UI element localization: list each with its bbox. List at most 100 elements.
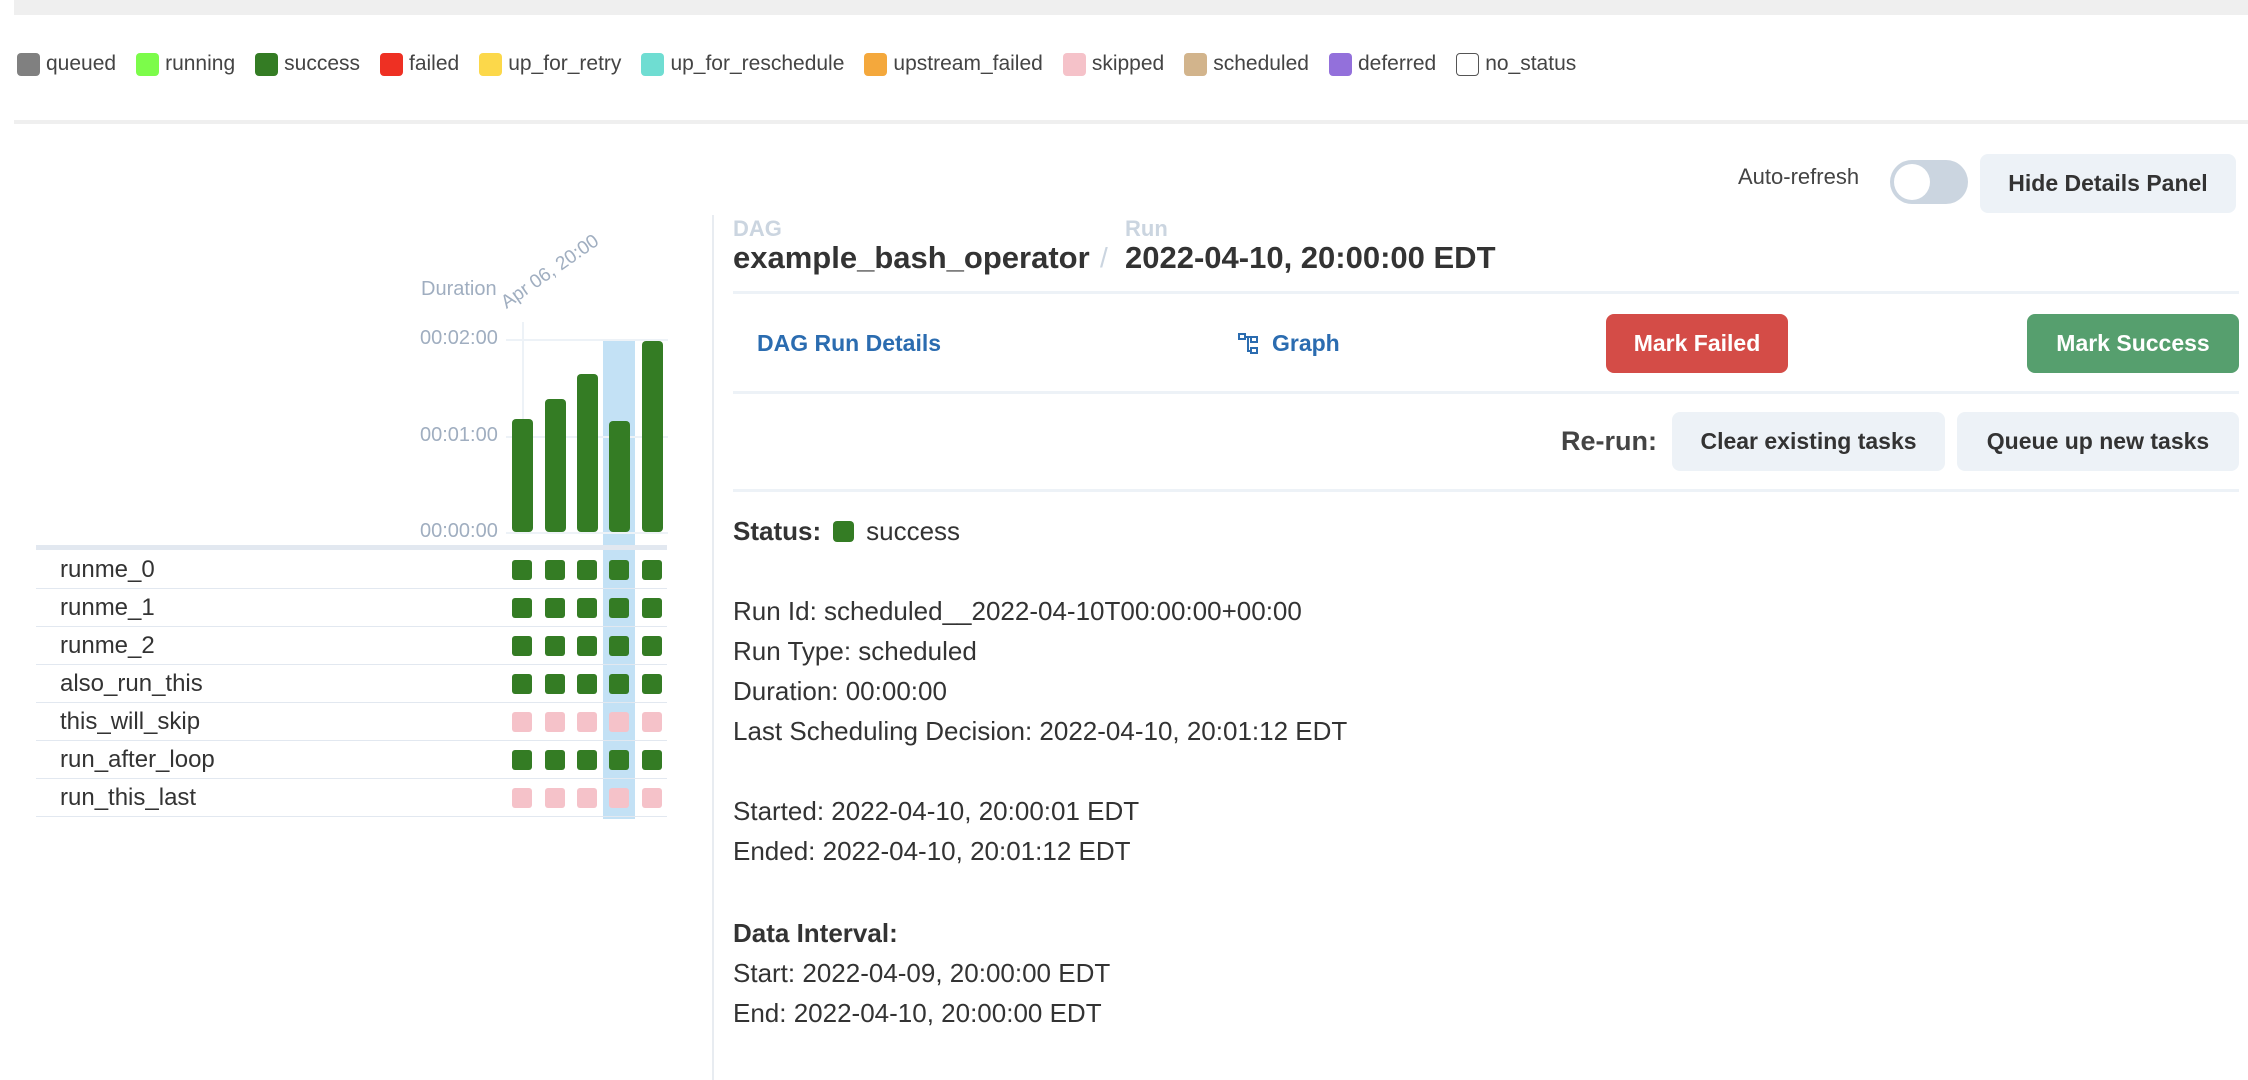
run-label: Run (1125, 216, 1168, 241)
legend-swatch-icon (1328, 52, 1352, 76)
task-instance-success[interactable] (545, 674, 565, 694)
task-name[interactable]: also_run_this (60, 670, 203, 698)
run-status: Status: success (733, 511, 960, 551)
state-legend: queued running success failed up_for_retry up… (17, 52, 1576, 76)
task-instance-success[interactable] (545, 598, 565, 618)
task-name[interactable]: this_will_skip (60, 708, 200, 736)
legend-item-skipped: skipped (1062, 52, 1165, 76)
task-instance-success[interactable] (609, 674, 629, 694)
task-name[interactable]: run_after_loop (60, 746, 215, 774)
graph-link-label: Graph (1272, 330, 1340, 356)
task-instance-success[interactable] (512, 598, 532, 618)
queue-new-tasks-button[interactable]: Queue up new tasks (1957, 412, 2239, 471)
run-id: Run Id: scheduled__2022-04-10T00:00:00+0… (733, 596, 1302, 626)
mark-success-button[interactable]: Mark Success (2027, 314, 2239, 373)
task-instance-success[interactable] (577, 560, 597, 580)
row-divider (36, 626, 667, 627)
task-instance-success[interactable] (642, 750, 662, 770)
task-instance-success[interactable] (512, 560, 532, 580)
legend-swatch-icon (641, 52, 665, 76)
clear-existing-tasks-button[interactable]: Clear existing tasks (1672, 412, 1945, 471)
task-name[interactable]: runme_0 (60, 556, 155, 584)
task-instance-success[interactable] (545, 750, 565, 770)
task-instance-success[interactable] (609, 560, 629, 580)
legend-label: up_for_reschedule (670, 52, 845, 75)
task-instance-success[interactable] (512, 636, 532, 656)
legend-item-success: success (255, 52, 360, 76)
task-instance-success[interactable] (545, 636, 565, 656)
started-time: Started: 2022-04-10, 20:00:01 EDT (733, 796, 1140, 826)
task-name[interactable]: runme_2 (60, 632, 155, 660)
row-divider (36, 778, 667, 779)
mark-failed-button[interactable]: Mark Failed (1606, 314, 1788, 373)
dag-run-details-link[interactable]: DAG Run Details (757, 330, 941, 357)
row-divider (36, 740, 667, 741)
legend-label: skipped (1091, 52, 1165, 75)
task-instance-success[interactable] (577, 674, 597, 694)
duration-bar[interactable] (577, 374, 598, 532)
task-instance-skipped[interactable] (512, 712, 532, 732)
legend-swatch-icon (864, 52, 888, 76)
task-instance-success[interactable] (545, 560, 565, 580)
task-instance-skipped[interactable] (642, 788, 662, 808)
graph-link[interactable]: Graph (1238, 330, 1340, 357)
task-instance-success[interactable] (577, 598, 597, 618)
breadcrumb-dag[interactable]: example_bash_operator (733, 240, 1090, 276)
legend-swatch-icon (1062, 52, 1086, 76)
task-instance-success[interactable] (609, 750, 629, 770)
status-value: success (866, 516, 961, 546)
task-instance-skipped[interactable] (512, 788, 532, 808)
task-instance-success[interactable] (642, 560, 662, 580)
duration-bar[interactable] (545, 398, 566, 532)
task-instance-success[interactable] (577, 750, 597, 770)
legend-item-running: running (136, 52, 235, 76)
legend-label: up_for_retry (508, 52, 622, 75)
task-instance-skipped[interactable] (577, 712, 597, 732)
status-label: Status: (733, 516, 822, 546)
legend-item-up-for-retry: up_for_retry (479, 52, 621, 76)
y-tick-label: 00:00:00 (420, 520, 498, 542)
legend-item-scheduled: scheduled (1184, 52, 1309, 76)
y-tick-label: 00:02:00 (420, 327, 498, 349)
run-type: Run Type: scheduled (733, 636, 977, 666)
divider (733, 291, 2239, 294)
task-instance-skipped[interactable] (642, 712, 662, 732)
duration-bar[interactable] (609, 421, 630, 532)
task-instance-skipped[interactable] (609, 712, 629, 732)
task-instance-skipped[interactable] (609, 788, 629, 808)
legend-item-queued: queued (17, 52, 116, 76)
task-instance-skipped[interactable] (545, 788, 565, 808)
legend-label: scheduled (1213, 52, 1309, 75)
hide-details-panel-button[interactable]: Hide Details Panel (1980, 154, 2236, 213)
duration-bar[interactable] (642, 340, 663, 532)
task-instance-success[interactable] (512, 750, 532, 770)
task-instance-skipped[interactable] (577, 788, 597, 808)
legend-item-deferred: deferred (1328, 52, 1436, 76)
task-instance-success[interactable] (609, 598, 629, 618)
task-instance-skipped[interactable] (545, 712, 565, 732)
task-instance-success[interactable] (512, 674, 532, 694)
task-instance-success[interactable] (609, 636, 629, 656)
legend-swatch-icon (17, 52, 40, 76)
status-color-icon (833, 520, 855, 542)
duration-bar[interactable] (512, 419, 533, 532)
task-instance-success[interactable] (577, 636, 597, 656)
task-instance-success[interactable] (642, 674, 662, 694)
row-divider (36, 816, 667, 817)
legend-label: failed (409, 52, 460, 75)
task-name[interactable]: runme_1 (60, 594, 155, 622)
legend-label: no_status (1485, 52, 1577, 75)
y-tick-label: 00:01:00 (420, 423, 498, 446)
legend-swatch-icon (1456, 52, 1480, 76)
run-date-label: Apr 06, 20:00 (497, 230, 603, 314)
run-duration: Duration: 00:00:00 (733, 676, 947, 706)
legend-swatch-icon (255, 52, 279, 76)
breadcrumb-separator: / (1100, 242, 1108, 273)
auto-refresh-toggle[interactable] (1890, 160, 1968, 204)
task-instance-success[interactable] (642, 636, 662, 656)
task-name[interactable]: run_this_last (60, 784, 196, 812)
data-interval-start: Start: 2022-04-09, 20:00:00 EDT (733, 958, 1111, 988)
task-instance-success[interactable] (642, 598, 662, 618)
panel-divider[interactable] (712, 215, 714, 1080)
legend-swatch-icon (136, 52, 160, 76)
